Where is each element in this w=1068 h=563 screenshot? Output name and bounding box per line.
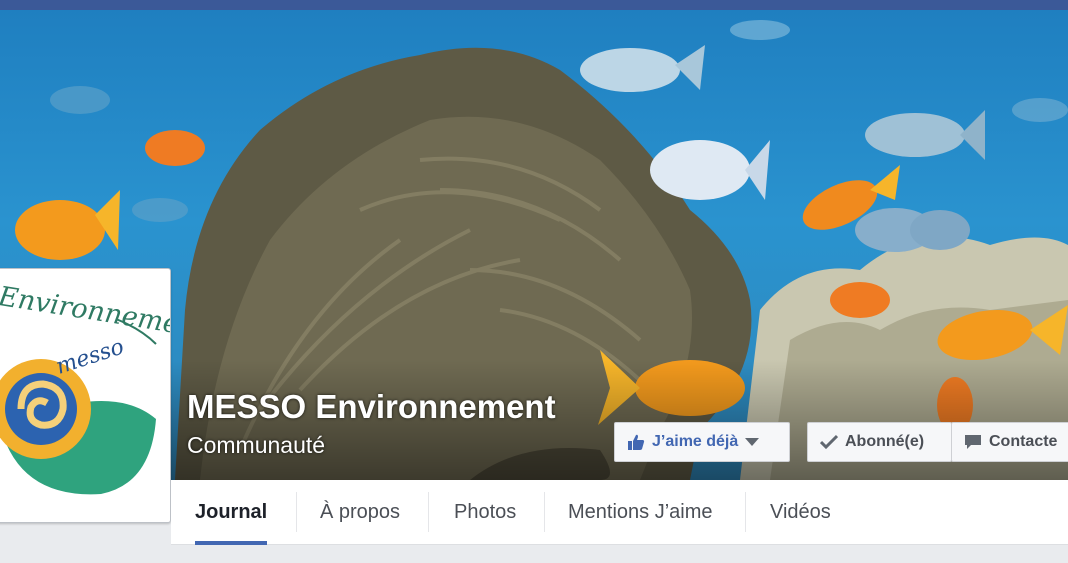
thumbs-up-icon bbox=[627, 433, 645, 451]
message-icon bbox=[964, 434, 982, 450]
tab-journal[interactable]: Journal bbox=[195, 480, 268, 545]
like-button-label: J’aime déjà bbox=[652, 433, 739, 450]
profile-picture[interactable]: Environnement messo bbox=[0, 268, 171, 523]
tab-videos[interactable]: Vidéos bbox=[770, 480, 831, 544]
tab-divider bbox=[745, 492, 746, 532]
follow-button-label: Abonné(e) bbox=[845, 433, 925, 450]
contact-button[interactable]: Contacte bbox=[951, 422, 1068, 462]
page-category[interactable]: Communauté bbox=[187, 430, 325, 460]
check-icon bbox=[820, 434, 838, 450]
tab-likes[interactable]: Mentions J’aime bbox=[568, 480, 713, 544]
tab-divider bbox=[428, 492, 429, 532]
top-bar bbox=[0, 0, 1068, 10]
contact-button-label: Contacte bbox=[989, 433, 1058, 450]
tab-divider bbox=[544, 492, 545, 532]
tab-photos[interactable]: Photos bbox=[454, 480, 516, 544]
page-nav: Journal À propos Photos Mentions J’aime … bbox=[171, 480, 1068, 545]
tab-divider bbox=[296, 492, 297, 532]
tab-about[interactable]: À propos bbox=[320, 480, 400, 544]
caret-down-icon bbox=[745, 437, 760, 447]
follow-button[interactable]: Abonné(e) bbox=[807, 422, 952, 462]
page-name[interactable]: MESSO Environnement bbox=[187, 389, 556, 425]
like-button[interactable]: J’aime déjà bbox=[614, 422, 790, 462]
